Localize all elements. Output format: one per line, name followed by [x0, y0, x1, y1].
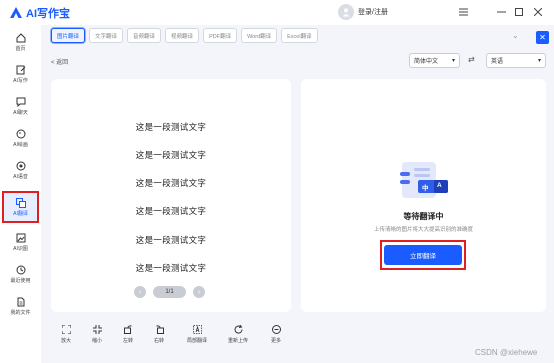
zoom-in-button[interactable]: 放大 — [51, 324, 81, 344]
pen-icon — [16, 64, 26, 75]
target-language-value: 英语 — [491, 59, 504, 65]
pager: ‹ 1/1 › — [134, 286, 205, 298]
tool-label: 局部翻译 — [186, 338, 207, 344]
tool-label: 左转 — [122, 338, 133, 344]
sidebar-item-ai-voice[interactable]: AI语音 — [2, 155, 39, 185]
tab-video-translate[interactable]: 视频翻译 — [165, 28, 200, 43]
sidebar-item-ai-image-recognition[interactable]: AI识图 — [2, 227, 39, 257]
chevron-down-icon: ▾ — [451, 58, 455, 64]
sidebar-item-my-files[interactable]: 我的文件 — [2, 291, 39, 321]
sidebar-item-ai-translate[interactable]: AI翻译 — [2, 191, 39, 223]
minimize-icon[interactable] — [494, 5, 508, 19]
tab-word-translate[interactable]: Word翻译 — [241, 28, 278, 43]
sidebar-item-label: AI聊天 — [13, 110, 28, 116]
sidebar-item-label: 最近使用 — [10, 278, 31, 284]
tab-excel-translate[interactable]: Excel翻译 — [281, 28, 318, 43]
source-language-value: 简体中文 — [414, 59, 439, 65]
document-line: 这是一段测试文字 — [135, 206, 207, 216]
document-line: 这是一段测试文字 — [135, 263, 207, 273]
document-line: 这是一段测试文字 — [135, 235, 207, 245]
status-hint: 上传清晰的图片将大大提高识别的准确度 — [373, 227, 473, 233]
partial-translate-button[interactable]: 局部翻译 — [182, 324, 212, 344]
rotate-right-icon — [155, 324, 164, 334]
home-icon — [16, 32, 26, 43]
tool-label: 右转 — [153, 338, 164, 344]
image-icon — [16, 232, 26, 243]
tool-label: 放大 — [60, 338, 71, 344]
tool-label: 更多 — [270, 338, 281, 344]
source-image-panel — [51, 79, 291, 312]
swap-language-icon[interactable]: ⇄ — [468, 55, 475, 64]
sidebar-item-label: AI语音 — [13, 174, 28, 180]
app-logo: AI写作宝 — [10, 5, 70, 21]
watermark: CSDN @xiehewe — [475, 348, 538, 357]
translate-button-highlight: 立即翻译 — [380, 240, 466, 270]
tab-audio-translate[interactable]: 音频翻译 — [127, 28, 162, 43]
sidebar-item-ai-writing[interactable]: AI写作 — [2, 59, 39, 89]
sidebar-item-label: AI识图 — [13, 246, 28, 252]
file-icon — [16, 296, 26, 307]
more-icon — [271, 324, 281, 334]
login-label: 登录/注册 — [358, 9, 388, 16]
rotate-right-button[interactable]: 右转 — [144, 324, 174, 344]
target-language-select[interactable]: 英语 ▾ — [486, 53, 546, 68]
zoom-out-button[interactable]: 缩小 — [82, 324, 112, 344]
tool-label: 重新上传 — [227, 338, 248, 344]
tool-label: 缩小 — [91, 338, 102, 344]
sidebar-item-recent[interactable]: 最近使用 — [2, 259, 39, 289]
logo-icon — [10, 7, 22, 18]
sidebar-item-label: 我的文件 — [10, 310, 31, 316]
chevron-down-icon[interactable]: ⌄ — [512, 31, 519, 40]
translate-type-tabs: 图片翻译 文字翻译 音频翻译 视频翻译 PDF翻译 Word翻译 Excel翻译 — [51, 28, 322, 43]
user-icon — [342, 8, 350, 17]
tab-text-translate[interactable]: 文字翻译 — [89, 28, 124, 43]
rotate-left-button[interactable]: 左转 — [113, 324, 143, 344]
sidebar-item-label: 首页 — [15, 46, 26, 52]
more-button[interactable]: 更多 — [261, 324, 291, 344]
next-page-button[interactable]: › — [193, 286, 205, 298]
document-line: 这是一段测试文字 — [135, 178, 207, 188]
maximize-icon[interactable] — [512, 5, 526, 19]
source-language-select[interactable]: 简体中文 ▾ — [409, 53, 460, 68]
audio-icon — [16, 160, 26, 171]
login-button[interactable]: 登录/注册 — [338, 4, 388, 20]
reupload-button[interactable]: 重新上传 — [223, 324, 253, 344]
sidebar-item-ai-drawing[interactable]: AI绘画 — [2, 123, 39, 153]
translate-now-button[interactable]: 立即翻译 — [384, 245, 462, 265]
illustration-char-source: 中 — [422, 185, 429, 192]
status-title: 等待翻译中 — [403, 212, 444, 221]
document-line: 这是一段测试文字 — [135, 122, 207, 132]
sidebar-item-label: AI写作 — [13, 78, 28, 84]
illustration-char-target: A — [437, 182, 442, 189]
tab-pdf-translate[interactable]: PDF翻译 — [203, 28, 238, 43]
translate-illustration: 中 A — [396, 158, 452, 206]
menu-icon[interactable] — [456, 5, 470, 19]
sidebar-item-home[interactable]: 首页 — [2, 27, 39, 57]
sidebar: 首页 AI写作 AI聊天 AI绘画 AI语音 AI翻译 AI识图 最近使用 我的… — [0, 25, 41, 363]
tab-image-translate[interactable]: 图片翻译 — [51, 28, 86, 43]
translate-icon — [15, 197, 26, 208]
partial-translate-icon — [192, 324, 202, 334]
sidebar-item-ai-chat[interactable]: AI聊天 — [2, 91, 39, 121]
prev-page-button[interactable]: ‹ — [134, 286, 146, 298]
palette-icon — [16, 128, 26, 139]
page-indicator: 1/1 — [153, 286, 186, 298]
back-label: 返回 — [56, 60, 69, 66]
sidebar-item-label: AI绘画 — [13, 142, 28, 148]
avatar — [338, 4, 354, 20]
back-link[interactable]: < 返回 — [51, 57, 68, 66]
zoom-out-icon — [92, 324, 102, 334]
title-bar: AI写作宝 登录/注册 — [0, 0, 554, 25]
sidebar-item-label: AI翻译 — [13, 211, 28, 217]
chevron-down-icon: ▾ — [537, 58, 541, 64]
rotate-left-icon — [123, 324, 133, 334]
app-title: AI写作宝 — [26, 7, 70, 20]
document-line: 这是一段测试文字 — [135, 150, 207, 160]
history-icon — [16, 264, 26, 275]
close-icon[interactable] — [531, 5, 545, 19]
chat-icon — [16, 96, 26, 107]
zoom-in-icon — [61, 324, 71, 334]
reupload-icon — [234, 324, 243, 334]
collapse-panel-button[interactable]: ✕ — [536, 31, 549, 44]
